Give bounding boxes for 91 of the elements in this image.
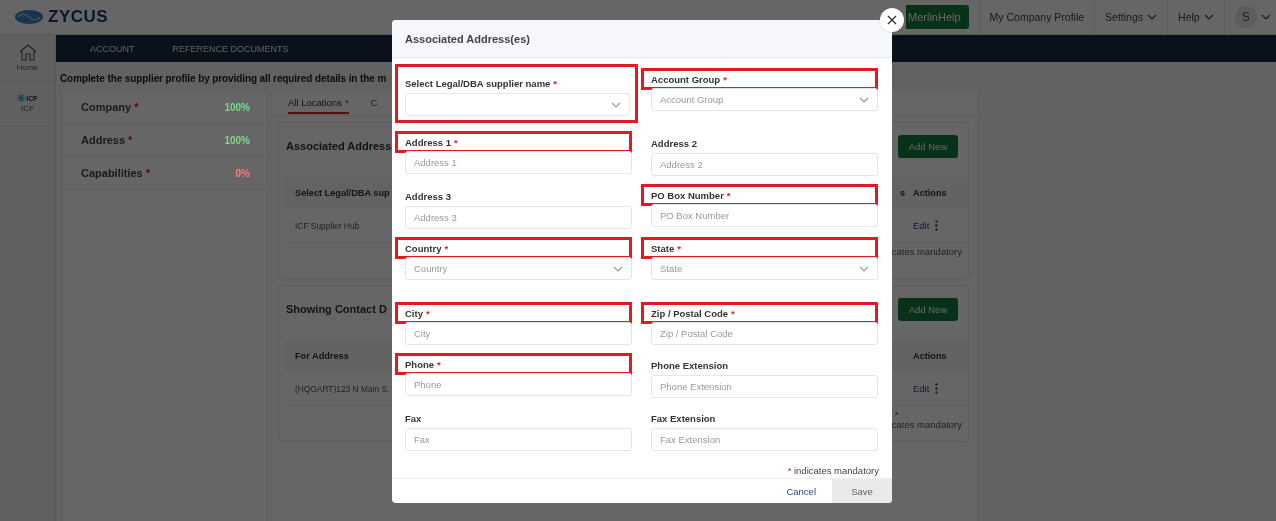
chevron-down-icon (1203, 14, 1214, 20)
chevron-down-icon (859, 265, 869, 272)
required-asterisk: * (677, 242, 681, 254)
cancel-button[interactable]: Cancel (780, 484, 822, 498)
required-asterisk: * (344, 96, 349, 108)
menu-item[interactable]: Settings (1094, 0, 1168, 35)
input-field[interactable]: Address 1 (405, 151, 632, 174)
input-field[interactable]: Address 3 (405, 206, 632, 229)
chevron-down-icon (613, 265, 623, 272)
input-field[interactable]: Fax Extension (651, 428, 878, 451)
column-header: Actions (913, 351, 948, 361)
required-asterisk: * (787, 465, 792, 476)
field-label: Country (405, 242, 442, 254)
menu-item[interactable]: My Company Profile (978, 0, 1095, 35)
field-label: Select Legal/DBA supplier name (405, 77, 551, 89)
required-asterisk: * (453, 136, 458, 148)
field-label: Zip / Postal Code (651, 307, 729, 319)
input-field[interactable]: Address 2 (651, 153, 878, 176)
field-label: Account Group (651, 73, 721, 85)
required-asterisk: * (553, 77, 558, 89)
required-asterisk: * (894, 410, 899, 420)
column-header: s (899, 188, 905, 198)
close-icon (887, 15, 897, 25)
section-item[interactable]: Capabilities * 0% (63, 157, 266, 190)
required-asterisk: * (134, 101, 139, 113)
dropdown-field[interactable]: State (651, 257, 878, 280)
section-item[interactable]: Company * 100% (63, 91, 266, 124)
merlin-help-button[interactable]: MerlinHelp (906, 5, 969, 29)
required-asterisk: * (145, 167, 151, 179)
dropdown-field[interactable]: Country (405, 257, 632, 280)
required-asterisk: * (128, 134, 133, 146)
mandatory-note: cates mandatory (891, 419, 962, 429)
field-label: State (651, 242, 675, 254)
dropdown-field[interactable] (405, 93, 630, 116)
mandatory-note: cates mandatory (891, 247, 962, 257)
home-icon (17, 43, 38, 61)
input-field[interactable]: Zip / Postal Code (651, 322, 878, 345)
column-header: For Address (295, 351, 349, 361)
field-label: Address 2 (651, 137, 697, 149)
modal-title: Associated Address(es) (392, 20, 892, 58)
edit-link[interactable]: Edit (913, 220, 930, 231)
intro-text: Complete the supplier profile by providing all required details in the m (60, 73, 387, 84)
section-label: Company (81, 101, 132, 113)
required-asterisk: * (731, 307, 735, 319)
save-button[interactable]: Save (832, 479, 892, 503)
more-options-icon[interactable] (935, 383, 939, 394)
required-asterisk: * (723, 73, 727, 85)
field-label: Fax Extension (651, 412, 716, 424)
dropdown-field[interactable]: Account Group (651, 88, 878, 111)
column-header: Select Legal/DBA sup (295, 188, 390, 198)
input-field[interactable]: Phone Extension (651, 375, 878, 398)
more-options-icon[interactable] (935, 220, 939, 231)
section-item[interactable]: Address * 100% (63, 124, 266, 157)
field-label: City (405, 307, 423, 319)
chevron-down-icon (611, 101, 621, 108)
user-avatar[interactable]: S (1234, 6, 1257, 28)
location-tab[interactable]: All Locations * (288, 92, 349, 114)
card-title: Showing Contact D (286, 303, 387, 315)
field-label: Phone Extension (651, 359, 729, 371)
required-asterisk: * (425, 307, 430, 319)
completion-percent: 100% (224, 134, 250, 146)
completion-percent: 0% (235, 167, 250, 179)
chevron-down-icon (859, 96, 869, 103)
input-field[interactable]: City (405, 322, 632, 345)
section-label: Address (81, 134, 126, 146)
field-label: Phone (405, 358, 435, 370)
field-label: Fax (405, 412, 422, 424)
nav-tab[interactable]: REFERENCE DOCUMENTS (172, 43, 289, 54)
table-cell: ICF Supplier Hub (295, 220, 360, 231)
add-new-button[interactable]: Add New (898, 134, 958, 158)
input-field[interactable]: PO Box Number (651, 204, 878, 227)
required-asterisk: * (444, 242, 449, 254)
chevron-down-icon (1147, 14, 1158, 20)
required-asterisk: * (726, 189, 731, 201)
input-field[interactable]: Fax (405, 428, 632, 451)
section-label: Capabilities (81, 167, 143, 179)
field-label: Address 3 (405, 190, 451, 202)
field-label: Address 1 (405, 136, 451, 148)
location-tab[interactable]: C (370, 92, 378, 114)
card-title: Associated Address (286, 140, 392, 152)
input-field[interactable]: Phone (405, 373, 632, 396)
required-asterisk: * (437, 358, 441, 370)
nav-tab[interactable]: ACCOUNT (90, 43, 135, 54)
add-new-button[interactable]: Add New (898, 297, 958, 321)
edit-link[interactable]: Edit (913, 383, 930, 394)
mandatory-note: indicates mandatory (793, 465, 879, 476)
menu-item[interactable]: Help (1167, 0, 1224, 35)
completion-percent: 100% (224, 101, 250, 113)
chevron-down-icon[interactable] (1260, 14, 1271, 20)
column-header: Actions (913, 188, 948, 198)
field-label: PO Box Number (651, 189, 724, 201)
